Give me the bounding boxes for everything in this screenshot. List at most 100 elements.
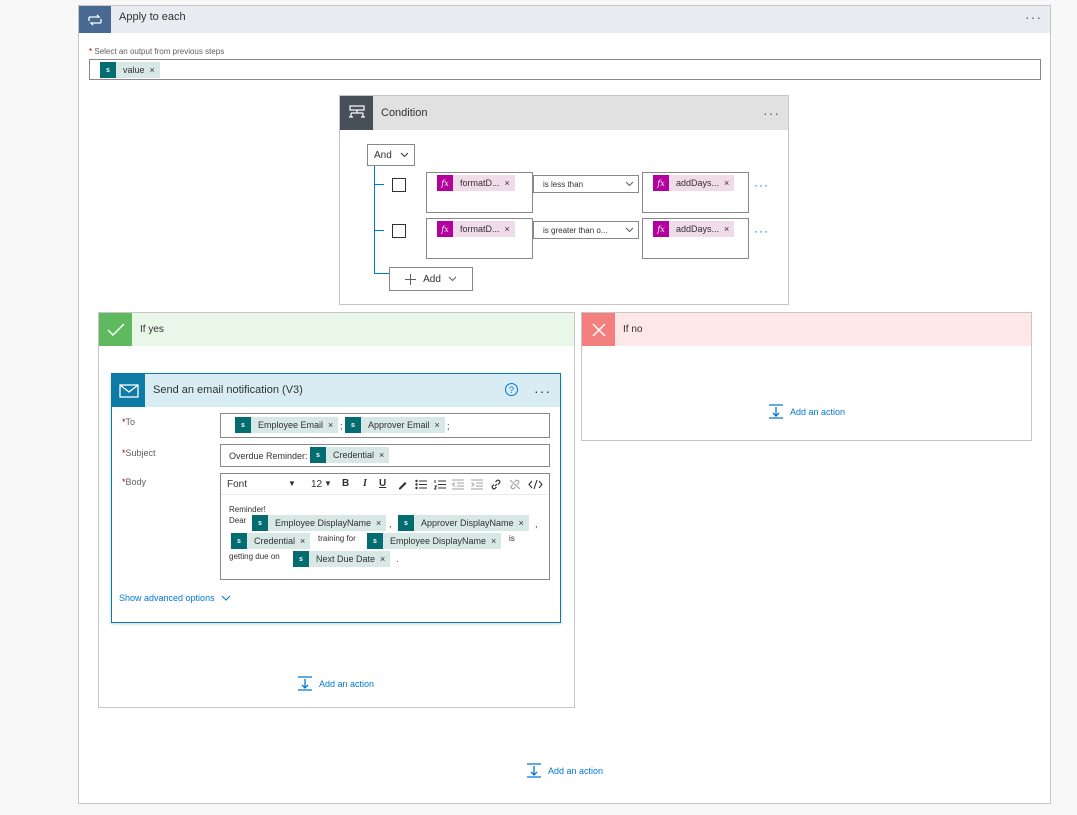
body-label: *Body [122, 477, 147, 487]
size-select[interactable]: 12 [311, 479, 322, 490]
send-email-more-button[interactable]: ··· [534, 384, 551, 398]
if-no-add-action[interactable]: Add an action [768, 404, 845, 419]
show-advanced-options[interactable]: Show advanced options [119, 593, 231, 603]
expression-token[interactable]: fx formatD... × [437, 221, 515, 237]
mail-icon [112, 374, 145, 407]
token-remove[interactable]: × [724, 224, 734, 234]
help-icon[interactable]: ? [505, 383, 518, 396]
token-remove[interactable]: × [300, 536, 310, 546]
left-operand-field[interactable]: fx formatD... × [426, 218, 533, 259]
add-condition-label: Add [423, 273, 441, 285]
body-label-text: Body [125, 477, 147, 487]
fx-icon: fx [437, 175, 453, 191]
condition-header[interactable]: Condition ··· [340, 96, 788, 130]
token-label: Credential [333, 450, 375, 460]
send-email-header[interactable]: Send an email notification (V3) ? ··· [112, 374, 560, 407]
italic-button[interactable]: I [363, 478, 367, 489]
row-checkbox[interactable] [392, 178, 406, 192]
row-more-button[interactable]: ··· [754, 224, 769, 238]
font-color-icon[interactable] [397, 479, 408, 490]
employee-email-token[interactable]: s Employee Email × [235, 417, 339, 433]
underline-button[interactable]: U [379, 478, 386, 489]
decrease-indent-icon[interactable] [452, 479, 464, 490]
body-text: . [396, 554, 399, 564]
token-remove[interactable]: × [376, 518, 386, 528]
fx-icon: fx [653, 175, 669, 191]
approver-email-token[interactable]: s Approver Email × [345, 417, 445, 433]
tree-branch [374, 273, 390, 274]
token-remove[interactable]: × [505, 224, 515, 234]
employee-displayname-token[interactable]: s Employee DisplayName × [367, 533, 502, 549]
expression-token[interactable]: fx addDays... × [653, 221, 735, 237]
credential-body-token[interactable]: s Credential × [231, 533, 311, 549]
operator-select[interactable]: is less than [533, 175, 639, 193]
increase-indent-icon[interactable] [471, 479, 483, 490]
tree-line [374, 166, 375, 274]
token-label: Employee Email [258, 420, 324, 430]
body-text: , [389, 519, 392, 529]
link-icon[interactable] [490, 479, 502, 490]
fx-icon: fx [437, 221, 453, 237]
token-remove[interactable]: × [380, 554, 390, 564]
to-separator: ; [447, 421, 450, 431]
condition-more-button[interactable]: ··· [763, 106, 780, 120]
token-remove[interactable]: × [491, 536, 501, 546]
code-view-icon[interactable] [528, 479, 543, 490]
operator-select[interactable]: is greater than o... [533, 221, 639, 239]
add-action-icon [298, 676, 312, 691]
font-chevron-icon[interactable]: ▼ [288, 479, 296, 488]
token-remove[interactable]: × [724, 178, 734, 188]
font-select[interactable]: Font [227, 479, 247, 490]
credential-token[interactable]: s Credential × [310, 447, 390, 463]
bottom-add-action[interactable]: Add an action [526, 763, 603, 778]
numbered-list-icon[interactable] [434, 479, 446, 490]
fx-icon: fx [653, 221, 669, 237]
if-no-title: If no [623, 324, 643, 335]
token-remove[interactable]: × [519, 518, 529, 528]
sharepoint-icon: s [100, 62, 116, 78]
send-email-card: Send an email notification (V3) ? ··· *T… [111, 373, 561, 623]
size-chevron-icon[interactable]: ▼ [324, 479, 332, 488]
if-no-header[interactable]: If no [582, 313, 1031, 346]
token-remove[interactable]: × [379, 450, 389, 460]
to-input[interactable]: s Employee Email × ; s Approver Email × … [220, 413, 550, 438]
subject-input[interactable]: Overdue Reminder: s Credential × [220, 444, 550, 467]
if-yes-add-action[interactable]: Add an action [297, 676, 374, 691]
chevron-down-icon [221, 595, 230, 601]
subject-prefix: Overdue Reminder: [229, 451, 308, 461]
sharepoint-icon: s [235, 417, 251, 433]
right-operand-field[interactable]: fx addDays... × [642, 172, 749, 213]
unlink-icon[interactable] [509, 479, 521, 490]
select-output-label: * Select an output from previous steps [89, 47, 224, 56]
row-more-button[interactable]: ··· [754, 178, 769, 192]
left-operand-field[interactable]: fx formatD... × [426, 172, 533, 213]
show-advanced-label: Show advanced options [119, 593, 215, 603]
value-token-remove[interactable]: × [150, 65, 160, 75]
token-remove[interactable]: × [505, 178, 515, 188]
bullet-list-icon[interactable] [415, 479, 427, 490]
expression-token[interactable]: fx addDays... × [653, 175, 735, 191]
select-output-label-text: Select an output from previous steps [94, 47, 225, 56]
check-icon [99, 313, 132, 346]
condition-title: Condition [381, 107, 428, 119]
bold-button[interactable]: B [342, 478, 349, 489]
expression-token[interactable]: fx formatD... × [437, 175, 515, 191]
body-editor[interactable]: Font ▼ 12 ▼ B I U Reminder! Dear s Emplo… [220, 473, 550, 580]
flow-canvas: Apply to each ··· * Select an output fro… [0, 0, 1077, 815]
add-condition-button[interactable]: Add [389, 267, 473, 291]
next-due-date-token[interactable]: s Next Due Date × [293, 551, 391, 567]
row-checkbox[interactable] [392, 224, 406, 238]
token-remove[interactable]: × [328, 420, 338, 430]
right-operand-field[interactable]: fx addDays... × [642, 218, 749, 259]
value-token[interactable]: s value × [100, 62, 160, 78]
group-operator-select[interactable]: And [367, 144, 415, 166]
add-action-icon [769, 404, 783, 419]
approver-displayname-token[interactable]: s Approver DisplayName × [398, 515, 529, 531]
token-remove[interactable]: × [435, 420, 445, 430]
employee-displayname-token[interactable]: s Employee DisplayName × [252, 515, 387, 531]
select-output-input[interactable]: s value × [89, 59, 1041, 80]
sharepoint-icon: s [345, 417, 361, 433]
apply-to-each-more-button[interactable]: ··· [1025, 10, 1042, 24]
if-yes-header[interactable]: If yes [99, 313, 574, 346]
apply-to-each-header[interactable]: Apply to each ··· [79, 6, 1050, 33]
